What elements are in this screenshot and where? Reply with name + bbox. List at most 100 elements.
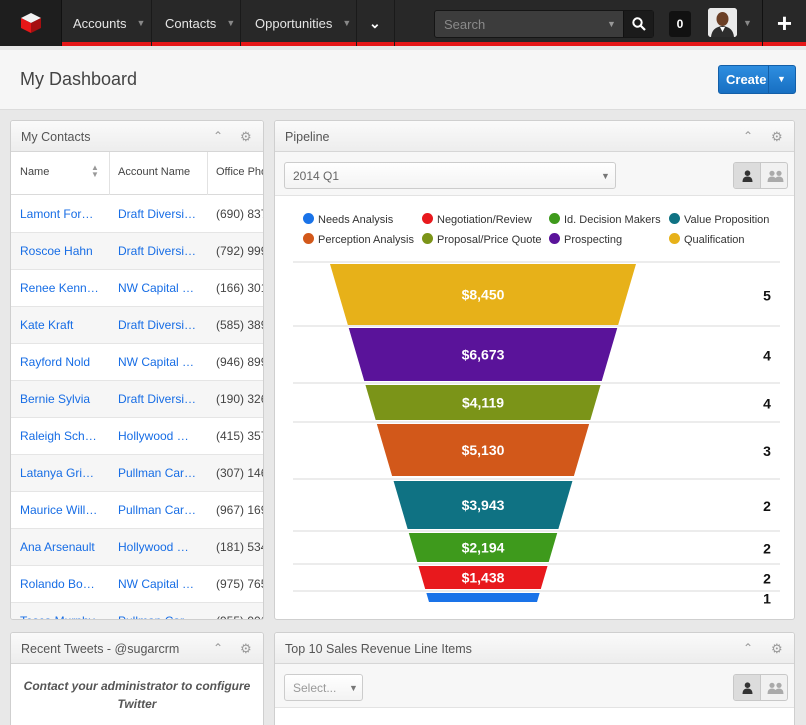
- tweets-message-line1: Contact your administrator to configure: [23, 679, 251, 693]
- funnel-amount-label: $8,450: [462, 287, 505, 303]
- contact-name-link[interactable]: Rolando Bo…: [20, 577, 106, 591]
- table-header: Name ▲▼ Account Name Office Phone: [11, 152, 263, 195]
- chevron-down-icon[interactable]: ▼: [607, 19, 616, 29]
- contact-name-link[interactable]: Raleigh Sch…: [20, 429, 106, 443]
- pipeline-dashlet: Pipeline ⌃ ⚙ 2014 Q1 ▼ Needs Analysis Neg…: [274, 120, 795, 620]
- account-name-link[interactable]: Draft Diversi…: [118, 244, 204, 258]
- funnel-count-label: 4: [763, 396, 771, 412]
- chevron-down-icon[interactable]: ▼: [342, 18, 351, 28]
- chevron-down-icon[interactable]: ▼: [136, 18, 145, 28]
- office-phone: (415) 357-: [216, 429, 263, 443]
- table-row: Rayford Nold NW Capital … (946) 899-: [11, 344, 263, 381]
- sales-filter-select[interactable]: Select... ▼: [284, 674, 363, 701]
- chevron-down-icon[interactable]: ▼: [743, 18, 752, 28]
- nav-contacts[interactable]: Contacts ▼: [165, 0, 235, 46]
- collapse-chevron-icon[interactable]: ⌃: [213, 641, 223, 655]
- table-row: Rolando Bo… NW Capital … (975) 765-: [11, 566, 263, 603]
- plus-icon: +: [776, 7, 793, 38]
- contact-name-link[interactable]: Kate Kraft: [20, 318, 106, 332]
- chevron-down-icon[interactable]: ▼: [226, 18, 235, 28]
- chevron-down-icon: ▼: [349, 683, 358, 693]
- account-name-link[interactable]: NW Capital …: [118, 355, 204, 369]
- nav-contacts-label: Contacts: [165, 15, 217, 31]
- dashlet-title: Top 10 Sales Revenue Line Items: [285, 642, 472, 656]
- contact-name-link[interactable]: Roscoe Hahn: [20, 244, 106, 258]
- contact-name-link[interactable]: Tosca Murphy: [20, 614, 106, 619]
- contact-name-link[interactable]: Latanya Gri…: [20, 466, 106, 480]
- my-contacts-dashlet: My Contacts ⌃ ⚙ Name ▲ ▼ Account Name Off…: [10, 120, 264, 620]
- top-sales-dashlet: Top 10 Sales Revenue Line Items ⌃ ⚙ Sele…: [274, 632, 795, 725]
- column-header-phone[interactable]: Office Phone: [216, 166, 263, 178]
- sugar-cube-logo[interactable]: [0, 0, 62, 46]
- gear-icon[interactable]: ⚙: [240, 641, 252, 657]
- funnel-count-label: 4: [763, 348, 771, 364]
- create-button-label: Create: [726, 72, 767, 87]
- sales-select-placeholder: Select...: [293, 681, 337, 695]
- quick-create-button[interactable]: +: [762, 0, 806, 46]
- chevron-down-icon[interactable]: ▼: [777, 74, 786, 84]
- contact-name-link[interactable]: Rayford Nold: [20, 355, 106, 369]
- office-phone: (955) 906-: [216, 614, 263, 619]
- nav-more-button[interactable]: ⌄: [369, 0, 381, 46]
- gear-icon[interactable]: ⚙: [240, 129, 252, 145]
- notifications-count: 0: [676, 17, 684, 31]
- top-navbar: Accounts ▼ Contacts ▼ Opportunities ▼ ⌄ …: [0, 0, 806, 46]
- account-name-link[interactable]: Pullman Car…: [118, 466, 204, 480]
- dashlet-title: My Contacts: [21, 130, 91, 144]
- tweets-config-message: Contact your administrator to configure …: [11, 677, 263, 713]
- create-button[interactable]: Create ▼: [718, 65, 796, 94]
- account-name-link[interactable]: Draft Diversi…: [118, 392, 204, 406]
- notifications-button[interactable]: 0: [669, 11, 691, 37]
- office-phone: (181) 534-: [216, 540, 263, 554]
- search-button[interactable]: [623, 11, 653, 37]
- collapse-chevron-icon[interactable]: ⌃: [743, 641, 753, 655]
- nav-accounts[interactable]: Accounts ▼: [73, 0, 145, 46]
- account-name-link[interactable]: NW Capital …: [118, 577, 204, 591]
- account-name-link[interactable]: Draft Diversi…: [118, 207, 204, 221]
- account-name-link[interactable]: NW Capital …: [118, 281, 204, 295]
- funnel-segment[interactable]: [426, 593, 540, 602]
- table-row: Roscoe Hahn Draft Diversi… (792) 999-: [11, 233, 263, 270]
- view-toggle: [733, 674, 788, 701]
- gear-icon[interactable]: ⚙: [771, 641, 783, 657]
- account-name-link[interactable]: Hollywood …: [118, 429, 204, 443]
- pipeline-funnel-chart: $8,450 5 $6,673 4 $4,119 4 $5,130 3 $3,943 2 $2,19…: [293, 261, 780, 607]
- contact-name-link[interactable]: Renee Kenn…: [20, 281, 106, 295]
- table-row: Renee Kenn… NW Capital … (166) 301-: [11, 270, 263, 307]
- column-header-account[interactable]: Account Name: [118, 166, 190, 178]
- contact-name-link[interactable]: Bernie Sylvia: [20, 392, 106, 406]
- column-header-name[interactable]: Name: [20, 166, 49, 178]
- office-phone: (946) 899-: [216, 355, 263, 369]
- group-icon: [767, 682, 783, 694]
- nav-opportunities[interactable]: Opportunities ▼: [255, 0, 351, 46]
- table-row: Latanya Gri… Pullman Car… (307) 146-: [11, 455, 263, 492]
- account-name-link[interactable]: Pullman Car…: [118, 614, 204, 619]
- account-name-link[interactable]: Draft Diversi…: [118, 318, 204, 332]
- funnel-count-label: 2: [763, 571, 771, 587]
- my-items-toggle[interactable]: [734, 675, 761, 700]
- account-name-link[interactable]: Pullman Car…: [118, 503, 204, 517]
- funnel-count-label: 1: [763, 591, 771, 607]
- avatar[interactable]: [708, 8, 737, 37]
- contact-name-link[interactable]: Ana Arsenault: [20, 540, 106, 554]
- contact-name-link[interactable]: Maurice Will…: [20, 503, 106, 517]
- collapse-chevron-icon[interactable]: ⌃: [213, 129, 223, 143]
- funnel-count-label: 3: [763, 443, 771, 459]
- account-name-link[interactable]: Hollywood …: [118, 540, 204, 554]
- team-items-toggle[interactable]: [762, 675, 787, 700]
- office-phone: (690) 837-: [216, 207, 263, 221]
- office-phone: (975) 765-: [216, 577, 263, 591]
- search-input[interactable]: [435, 11, 625, 37]
- user-icon: [742, 681, 752, 694]
- table-row: Lamont For… Draft Diversi… (690) 837-: [11, 196, 263, 233]
- funnel-count-label: 2: [763, 541, 771, 557]
- dashlet-header: My Contacts ⌃ ⚙: [11, 121, 263, 152]
- dashboard-header: My Dashboard Create ▼: [0, 50, 806, 110]
- search-icon: [631, 17, 646, 31]
- contact-name-link[interactable]: Lamont For…: [20, 207, 106, 221]
- nav-opportunities-label: Opportunities: [255, 15, 333, 31]
- funnel-amount-label: $1,438: [462, 570, 505, 586]
- office-phone: (967) 169-: [216, 503, 263, 517]
- dashlet-title: Recent Tweets - @sugarcrm: [21, 642, 180, 656]
- sort-icon[interactable]: ▲ ▼: [91, 164, 99, 179]
